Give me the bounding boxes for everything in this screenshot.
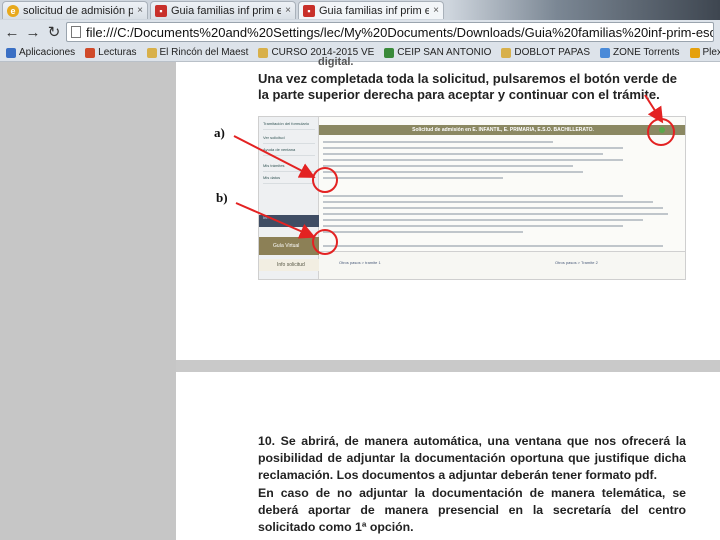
embedded-guide-button: Guía Virtual: [259, 237, 319, 255]
annotation-label-a: a): [214, 125, 225, 140]
embedded-text-line: [323, 171, 583, 173]
embedded-text-line: [323, 207, 663, 209]
bookmark-lecturas[interactable]: Lecturas: [85, 47, 137, 58]
bookmark-label: El Rincón del Maest: [159, 47, 249, 58]
pdf-icon: ▪: [155, 4, 167, 17]
close-icon[interactable]: ×: [137, 5, 143, 16]
book-icon: [85, 47, 96, 58]
address-text: file:///C:/Documents%20and%20Settings/le…: [86, 24, 714, 40]
embedded-sidebar-item: Mis datos: [263, 175, 315, 184]
folder-icon: [501, 47, 512, 58]
embedded-form-screenshot: Tramitación del formulario Ver solicitud…: [258, 116, 686, 280]
embedded-footer-right: Otros pasos > Tramite 2: [555, 260, 598, 265]
bookmark-apps[interactable]: Aplicaciones: [6, 47, 75, 58]
plex-icon: [689, 47, 700, 58]
embedded-text-line: [323, 165, 573, 167]
tab-guia-1[interactable]: ▪ Guia familias inf prim eso pdf ×: [150, 1, 296, 19]
folder-icon: [146, 47, 157, 58]
forward-arrow-icon[interactable]: →: [24, 22, 42, 42]
bookmarks-bar: Aplicaciones Lecturas El Rincón del Maes…: [0, 44, 720, 61]
bookmark-zone[interactable]: ZONE Torrents: [600, 47, 680, 58]
ie-logo-icon: e: [7, 4, 19, 17]
bookmark-curso[interactable]: CURSO 2014-2015 VE: [258, 47, 374, 58]
toolbar: ← → ↻ file:///C:/Documents%20and%20Setti…: [0, 20, 720, 44]
annotation-label-b: b): [216, 190, 228, 205]
embedded-text-line: [323, 213, 668, 215]
bookmark-label: PlexConnection sync: [702, 47, 720, 58]
bookmark-label: Aplicaciones: [19, 47, 76, 58]
embedded-text-line: [323, 201, 653, 203]
tab-solicitud[interactable]: e solicitud de admisión para E.I. ×: [2, 1, 148, 19]
page2-text-block: 10. Se abrirá, de manera automática, una…: [258, 433, 686, 536]
tab-title: Guia familias inf prim eso pdf: [171, 4, 281, 17]
address-bar[interactable]: file:///C:/Documents%20and%20Settings/le…: [66, 22, 714, 42]
embedded-sidebar-item: Ayuda de ventana: [263, 147, 315, 156]
embedded-footer-left: Otros pasos > tramite 1: [339, 260, 381, 265]
embedded-text-line: [323, 225, 623, 227]
embedded-nav-item: Inf.: [259, 215, 319, 227]
bookmark-rincon[interactable]: El Rincón del Maest: [146, 47, 249, 58]
bookmark-label: ZONE Torrents: [613, 47, 680, 58]
tab-title: solicitud de admisión para E.I.: [23, 4, 133, 17]
tab-title: Guia familias inf prim eso pdf: [319, 4, 429, 17]
embedded-text-line: [323, 195, 623, 197]
embedded-text-line: [323, 141, 553, 143]
close-icon[interactable]: ×: [285, 5, 291, 16]
embedded-form-header: Solicitud de admisión en E. INFANTIL, E.…: [319, 125, 685, 135]
embedded-text-line: [323, 147, 623, 149]
embedded-sidebar-item: Ver solicitud: [263, 135, 315, 144]
bookmark-label: Lecturas: [98, 47, 137, 58]
torrent-icon: [600, 47, 610, 58]
pdf-icon: ▪: [303, 4, 315, 17]
embedded-info-button: Info solicitud: [259, 259, 319, 271]
back-arrow-icon[interactable]: ←: [3, 22, 21, 42]
embedded-text-line: [323, 245, 663, 247]
reload-icon[interactable]: ↻: [45, 22, 63, 42]
page-gap: [176, 360, 720, 372]
browser-chrome: e solicitud de admisión para E.I. × ▪ Gu…: [0, 0, 720, 62]
accept-ok-icon: [659, 127, 665, 133]
embedded-text-line: [323, 219, 643, 221]
tab-guia-2[interactable]: ▪ Guia familias inf prim eso pdf ×: [298, 1, 444, 19]
folder-icon: [258, 47, 269, 58]
embedded-sidebar-item: Mis trámites: [263, 163, 315, 172]
bookmark-doblot[interactable]: DOBLOT PAPAS: [501, 47, 590, 58]
bookmark-plex[interactable]: PlexConnection sync: [689, 47, 720, 58]
school-icon: [384, 47, 395, 58]
tab-strip: e solicitud de admisión para E.I. × ▪ Gu…: [0, 0, 720, 20]
tabstrip-background: [448, 0, 720, 20]
bookmark-label: CEIP SAN ANTONIO: [397, 47, 492, 58]
page2-paragraph-2: En caso de no adjuntar la documentación …: [258, 485, 686, 535]
viewer-left-margin: [0, 62, 176, 540]
embedded-sidebar: Tramitación del formulario Ver solicitud…: [259, 117, 319, 279]
embedded-text-line: [323, 177, 503, 179]
embedded-text-line: [323, 231, 523, 233]
embedded-sidebar-item: Tramitación del formulario: [263, 121, 315, 130]
embedded-text-line: [323, 159, 623, 161]
close-icon[interactable]: ×: [433, 5, 439, 16]
apps-grid-icon: [6, 47, 16, 58]
page1-cut-line: digital.: [318, 56, 354, 68]
bookmark-ceip[interactable]: CEIP SAN ANTONIO: [384, 47, 491, 58]
page1-paragraph: Una vez completada toda la solicitud, pu…: [258, 71, 677, 102]
page-icon: [71, 26, 81, 38]
page2-paragraph-1: 10. Se abrirá, de manera automática, una…: [258, 434, 686, 483]
bookmark-label: DOBLOT PAPAS: [514, 47, 590, 58]
embedded-text-line: [323, 153, 603, 155]
embedded-footer: Otros pasos > tramite 1 Otros pasos > Tr…: [319, 251, 685, 279]
